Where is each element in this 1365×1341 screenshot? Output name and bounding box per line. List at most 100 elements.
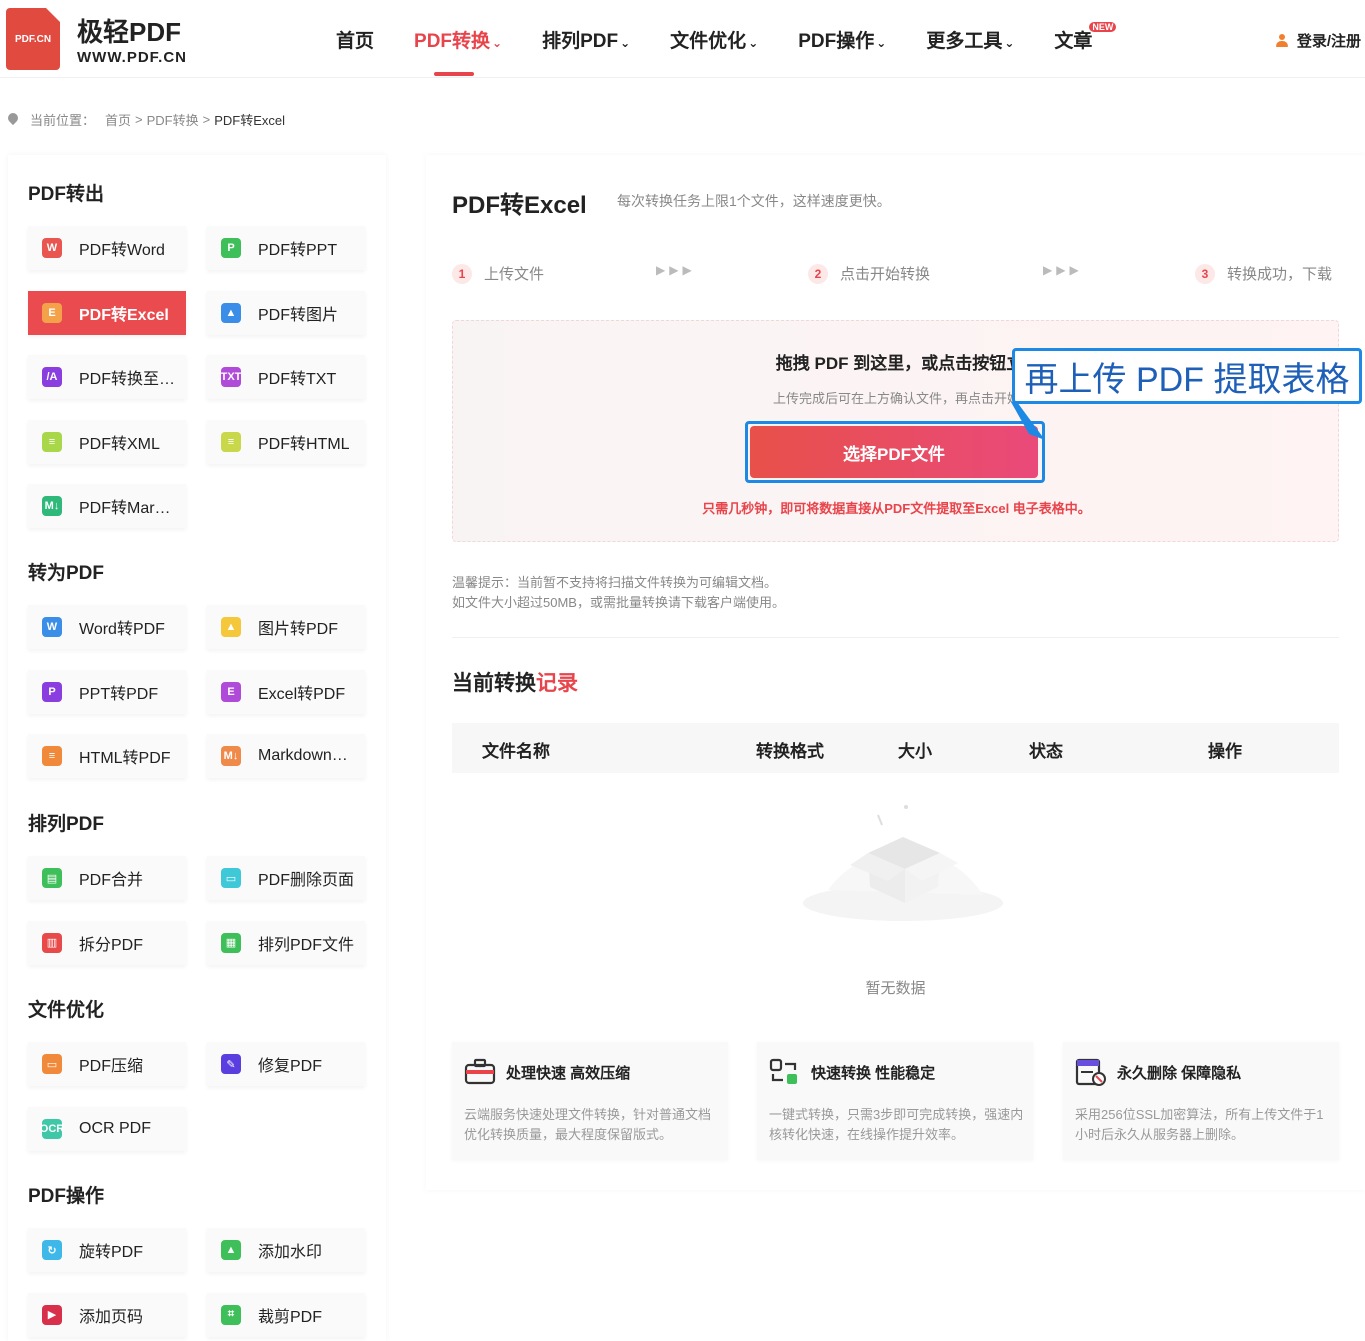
nav-item[interactable]: 首页 <box>336 26 374 53</box>
step-number: 1 <box>452 263 472 284</box>
breadcrumb-sep: > <box>202 112 211 127</box>
drop-note: 只需几秒钟，即可将数据直接从PDF文件提取至Excel 电子表格中。 <box>702 501 1091 516</box>
sidebar-tool-item[interactable]: P PPT转PDF <box>28 669 186 714</box>
sidebar-tool-item[interactable]: ▲ 添加水印 <box>207 1228 365 1272</box>
tips: 温馨提示：当前暂不支持将扫描文件转换为可编辑文档。 如文件大小超过50MB，或需… <box>452 573 785 613</box>
nav-item[interactable]: PDF转换 ⌄ <box>414 26 502 76</box>
page-title: PDF转Excel <box>452 192 587 219</box>
sidebar-tool-item[interactable]: ≡ PDF转XML <box>28 419 186 464</box>
step-number: 3 <box>1195 263 1215 284</box>
feature-text: 采用256位SSL加密算法，所有上传文件于1小时后永久从服务器上删除。 <box>1075 1107 1324 1142</box>
breadcrumb-pdf-convert[interactable]: PDF转换 <box>147 110 199 129</box>
tool-label: 添加页码 <box>79 1308 144 1326</box>
feature-title: 快速转换 性能稳定 <box>811 1064 936 1082</box>
login-link[interactable]: 登录/注册 <box>1275 30 1361 51</box>
sidebar-tool-item[interactable]: P PDF转PPT <box>207 226 365 270</box>
sidebar-tool-item[interactable]: ▶ 添加页码 <box>28 1292 186 1337</box>
sidebar-tool-item[interactable]: ▥ 拆分PDF <box>28 920 186 965</box>
tool-label: 拆分PDF <box>79 936 144 954</box>
column-header-status: 状态 <box>1029 742 1063 761</box>
sidebar-tool-item[interactable]: ▭ PDF压缩 <box>28 1042 186 1086</box>
sidebar-tool-item[interactable]: /A PDF转换至… <box>28 355 186 400</box>
tool-label: PDF转HTML <box>258 435 350 453</box>
page-subtitle: 每次转换任务上限1个文件，这样速度更快。 <box>617 193 891 209</box>
nav-item[interactable]: 文章 NEW <box>1054 22 1117 53</box>
sidebar-tool-item[interactable]: M↓ PDF转Mar… <box>28 484 186 529</box>
tool-icon: ↻ <box>42 1240 62 1260</box>
callout-pointer-icon <box>1011 402 1045 440</box>
logo-icon[interactable]: PDF.CN <box>6 8 60 70</box>
feature-card: 处理快速 高效压缩 云端服务快速处理文件转换，针对普通文档优化转换质量，最大程度… <box>452 1042 728 1160</box>
breadcrumb-home[interactable]: 首页 <box>105 110 131 129</box>
empty-text: 暂无数据 <box>865 980 926 997</box>
tool-icon: P <box>42 681 62 702</box>
sidebar-tool-item[interactable]: ▲ 图片转PDF <box>207 605 365 649</box>
column-header-action: 操作 <box>1208 742 1242 761</box>
nav-item[interactable]: 更多工具 ⌄ <box>926 26 1014 53</box>
sidebar-tool-item[interactable]: ⌗ 裁剪PDF <box>207 1292 365 1337</box>
tool-icon: W <box>42 617 62 637</box>
tool-icon: ≡ <box>42 431 62 452</box>
breadcrumb-sep: > <box>135 112 143 127</box>
sidebar-tool-item[interactable]: ▲ PDF转图片 <box>207 290 365 335</box>
sidebar-tool-item[interactable]: ≡ PDF转HTML <box>207 419 365 464</box>
sidebar-section-title: PDF转出 <box>28 184 105 205</box>
column-header-filename: 文件名称 <box>482 742 550 761</box>
step-arrows-icon: ▶▶▶ <box>1043 263 1083 277</box>
user-icon <box>1275 33 1289 48</box>
sidebar-tool-item[interactable]: W Word转PDF <box>28 605 186 649</box>
tool-icon: ▭ <box>42 1054 62 1074</box>
step-1: 1 上传文件 <box>452 263 544 284</box>
chevron-down-icon: ⌄ <box>1004 36 1015 50</box>
logo-name[interactable]: 极轻PDF <box>77 12 181 49</box>
nav-item[interactable]: 排列PDF ⌄ <box>542 26 630 53</box>
delete-doc-icon <box>1075 1058 1106 1086</box>
tool-icon: P <box>221 238 241 258</box>
sidebar-tool-item[interactable]: ✎ 修复PDF <box>207 1042 365 1086</box>
records-title-highlight: 记录 <box>536 672 578 695</box>
new-badge: NEW <box>1089 22 1117 32</box>
tool-icon: ▭ <box>221 868 241 888</box>
sidebar-tool-item[interactable]: ▭ PDF删除页面 <box>207 856 365 900</box>
tool-icon: ▦ <box>221 932 241 953</box>
sidebar-section-title: PDF操作 <box>28 1186 105 1207</box>
sidebar-section-title: 转为PDF <box>28 563 105 584</box>
tool-label: PDF删除页面 <box>258 872 355 889</box>
step-2: 2 点击开始转换 <box>808 263 930 284</box>
sidebar-tool-item[interactable]: E PDF转Excel <box>28 290 186 335</box>
nav-item-label: 排列PDF <box>542 31 619 52</box>
chevron-down-icon: ⌄ <box>620 36 631 50</box>
sidebar-tool-item[interactable]: OCR OCR PDF <box>28 1106 186 1151</box>
sidebar-tool-item[interactable]: ≡ HTML转PDF <box>28 734 186 779</box>
tool-label: 旋转PDF <box>79 1244 144 1261</box>
tool-label: PDF转XML <box>79 435 160 453</box>
tool-label: 裁剪PDF <box>258 1308 323 1326</box>
nav-item[interactable]: PDF操作 ⌄ <box>798 26 886 53</box>
nav-item[interactable]: 文件优化 ⌄ <box>670 26 758 53</box>
sidebar-tool-item[interactable]: W PDF转Word <box>28 226 186 270</box>
sidebar-tool-item[interactable]: M↓ Markdown… <box>207 734 365 779</box>
tool-label: Markdown… <box>258 747 348 765</box>
callout-annotation: 再上传 PDF 提取表格 <box>1012 348 1362 404</box>
nav-item-label: 首页 <box>336 31 375 52</box>
tool-label: 修复PDF <box>258 1058 323 1075</box>
logo-url: WWW.PDF.CN <box>77 49 187 66</box>
feature-text: 云端服务快速处理文件转换，针对普通文档优化转换质量，最大程度保留版式。 <box>464 1107 712 1142</box>
sidebar-tool-item[interactable]: ▦ 排列PDF文件 <box>207 920 365 965</box>
step-number: 2 <box>808 263 828 284</box>
chevron-down-icon: ⌄ <box>748 36 759 50</box>
sidebar-tool-item[interactable]: ▤ PDF合并 <box>28 856 186 900</box>
feature-title: 永久删除 保障隐私 <box>1117 1064 1242 1082</box>
empty-box-icon <box>803 805 1003 921</box>
sidebar-tool-item[interactable]: ↻ 旋转PDF <box>28 1228 186 1272</box>
sidebar-tool-item[interactable]: E Excel转PDF <box>207 669 365 714</box>
sidebar-section-title: 文件优化 <box>28 1000 105 1021</box>
select-pdf-button[interactable]: 选择PDF文件 <box>750 426 1038 478</box>
tool-icon: ▥ <box>42 932 62 953</box>
tool-icon: ≡ <box>221 431 241 452</box>
step-label: 转换成功，下载 <box>1227 266 1333 283</box>
tool-icon: W <box>42 238 62 258</box>
sidebar-tool-item[interactable]: TXT PDF转TXT <box>207 355 365 400</box>
tip-line: 如文件大小超过50MB，或需批量转换请下载客户端使用。 <box>452 595 785 610</box>
tool-label: 添加水印 <box>258 1244 323 1261</box>
